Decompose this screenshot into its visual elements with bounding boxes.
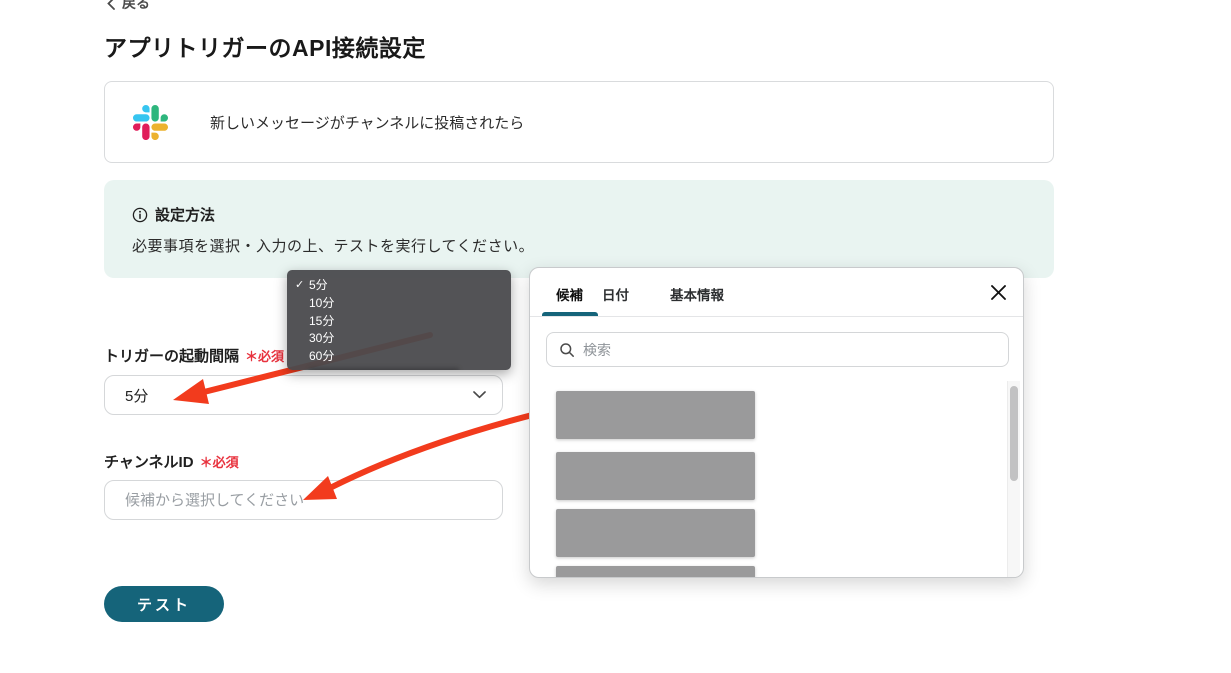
- popup-scrollbar-thumb[interactable]: [1010, 386, 1018, 481]
- page-title: アプリトリガーのAPI接続設定: [104, 29, 426, 63]
- tab-date[interactable]: 日付: [602, 284, 629, 304]
- info-icon: [132, 207, 148, 223]
- interval-field-label: トリガーの起動間隔 ＊必須: [104, 345, 284, 366]
- dropdown-item-label: 5分: [309, 278, 328, 292]
- dropdown-item[interactable]: ✓ 5分: [287, 277, 511, 295]
- back-link[interactable]: 戻る: [106, 0, 150, 13]
- trigger-card: 新しいメッセージがチャンネルに投稿されたら: [104, 81, 1054, 163]
- loading-placeholder-item: [556, 391, 755, 439]
- info-body-text: 必要事項を選択・入力の上、テストを実行してください。: [132, 235, 1026, 256]
- popup-search: [546, 332, 1009, 367]
- dropdown-clipped-item: [309, 368, 459, 370]
- chevron-left-icon: [106, 0, 116, 10]
- dropdown-item[interactable]: 10分: [287, 295, 511, 313]
- interval-select-value: 5分: [125, 385, 148, 406]
- candidate-popup: 候補 日付 基本情報: [529, 267, 1024, 578]
- active-tab-indicator: [542, 312, 598, 316]
- search-input[interactable]: [583, 342, 998, 358]
- required-badge: ＊必須: [200, 455, 239, 470]
- interval-label-text: トリガーの起動間隔: [104, 348, 239, 365]
- page: 戻る アプリトリガーのAPI接続設定 新しいメッセージがチャンネルに投稿されたら…: [0, 0, 1231, 673]
- info-heading: 設定方法: [132, 204, 1026, 225]
- loading-placeholder-item: [556, 509, 755, 557]
- trigger-description: 新しいメッセージがチャンネルに投稿されたら: [210, 112, 524, 133]
- close-icon[interactable]: [987, 281, 1009, 303]
- search-icon: [559, 342, 575, 358]
- interval-select[interactable]: 5分: [104, 375, 503, 415]
- dropdown-item[interactable]: 15分: [287, 313, 511, 331]
- dropdown-item-label: 60分: [309, 349, 334, 363]
- required-badge: ＊必須: [245, 349, 284, 364]
- dropdown-item-label: 10分: [309, 296, 334, 310]
- loading-placeholder-item: [556, 566, 755, 578]
- channel-id-input[interactable]: [104, 480, 503, 520]
- channel-field-label: チャンネルID ＊必須: [104, 451, 239, 472]
- tab-candidates[interactable]: 候補: [556, 284, 583, 304]
- popup-tabbar: 候補 日付 基本情報: [530, 268, 1023, 317]
- info-heading-text: 設定方法: [155, 204, 215, 225]
- test-button[interactable]: テスト: [104, 586, 224, 622]
- check-icon: ✓: [295, 277, 304, 295]
- dropdown-item-label: 15分: [309, 314, 334, 328]
- interval-dropdown-menu: ✓ 5分 10分 15分 30分 60分: [287, 270, 511, 370]
- info-box: 設定方法 必要事項を選択・入力の上、テストを実行してください。: [104, 180, 1054, 278]
- chevron-down-icon: [473, 391, 486, 399]
- slack-logo-icon: [133, 105, 168, 140]
- dropdown-item[interactable]: 30分: [287, 330, 511, 348]
- dropdown-item[interactable]: 60分: [287, 348, 511, 366]
- back-label: 戻る: [122, 0, 150, 13]
- channel-label-text: チャンネルID: [104, 454, 194, 471]
- dropdown-item-label: 30分: [309, 331, 334, 345]
- popup-scrollbar-track[interactable]: [1007, 381, 1020, 577]
- tab-basic-info[interactable]: 基本情報: [670, 284, 724, 304]
- loading-placeholder-item: [556, 452, 755, 500]
